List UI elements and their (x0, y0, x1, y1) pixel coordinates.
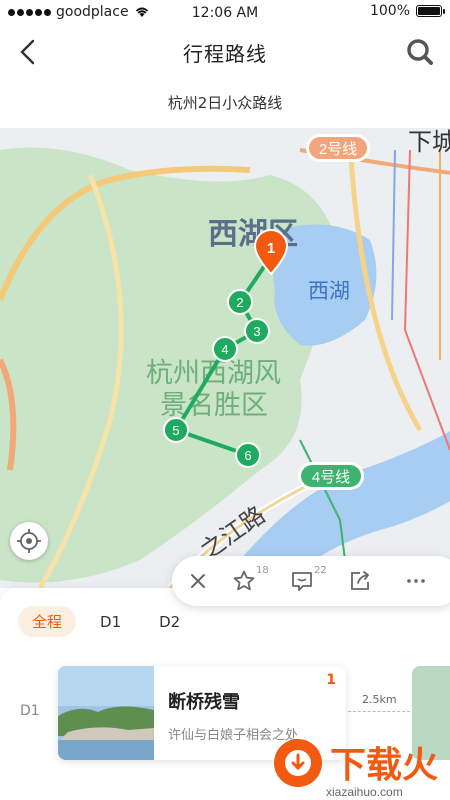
map-stop-5: 5 (163, 417, 189, 443)
spot-index: 1 (326, 672, 336, 688)
metro-label-4: 4号线 (312, 469, 350, 486)
comment-icon (292, 572, 312, 591)
close-icon[interactable] (186, 569, 210, 593)
map-label-scenic-1: 杭州西湖风 (146, 358, 281, 388)
comment-button[interactable]: 22 (290, 565, 327, 593)
nav-bar: 行程路线 (0, 26, 450, 78)
spot-name: 断桥残雪 (168, 692, 240, 713)
distance-divider (348, 711, 410, 712)
metro-label-2: 2号线 (319, 141, 357, 158)
map-label-scenic-2: 景名胜区 (160, 390, 268, 420)
map-label-lake: 西湖 (308, 280, 350, 303)
map-stop-2-label: 2 (236, 295, 243, 310)
tab-d2[interactable]: D2 (145, 608, 194, 636)
more-icon[interactable] (404, 569, 428, 593)
map-stop-6-label: 6 (244, 448, 251, 463)
route-map[interactable]: 西湖区 西湖 杭州西湖风 景名胜区 之江路 下城 2号线 4号线 2 3 4 5… (0, 128, 450, 588)
route-subtitle: 杭州2日小众路线 (167, 94, 283, 112)
battery-icon (416, 5, 445, 17)
favorite-button[interactable]: 18 (232, 565, 269, 593)
battery-area: 100% (369, 3, 445, 19)
star-icon (233, 570, 255, 591)
map-stop-4-label: 4 (221, 342, 228, 357)
watermark-text: 下载火 (330, 744, 438, 785)
map-stop-3: 3 (244, 318, 270, 344)
action-toolbar: 18 22 (172, 556, 450, 606)
map-stop-2: 2 (227, 289, 253, 315)
tab-d1[interactable]: D1 (86, 608, 135, 636)
watermark-site: xiazaihuo.com (326, 785, 403, 799)
star-count: 18 (256, 565, 269, 576)
spot-photo (58, 666, 154, 760)
map-pin-1-label: 1 (267, 240, 275, 257)
watermark-logo: 下载火 xiazaihuo.com (274, 739, 438, 799)
day-tabs: 全程 D1 D2 (18, 606, 194, 637)
status-bar: goodplace 12:06 AM 100% (0, 0, 450, 26)
search-icon[interactable] (404, 36, 436, 68)
map-stop-3-label: 3 (253, 324, 260, 339)
crosshair-icon (17, 529, 41, 553)
day-row-label: D1 (20, 703, 40, 719)
map-stop-5-label: 5 (172, 423, 179, 438)
distance-label: 2.5km (362, 693, 397, 706)
comment-count: 22 (314, 565, 327, 576)
battery-percent: 100% (369, 3, 410, 19)
share-icon[interactable] (348, 569, 372, 593)
map-label-corner: 下城 (408, 129, 450, 156)
map-stop-6: 6 (235, 442, 261, 468)
tab-all[interactable]: 全程 (18, 606, 77, 637)
locate-button[interactable] (10, 522, 48, 560)
map-stop-4: 4 (212, 336, 238, 362)
page-title: 行程路线 (183, 42, 267, 66)
map-canvas: 西湖区 西湖 杭州西湖风 景名胜区 之江路 下城 2号线 4号线 2 3 4 5… (0, 129, 450, 588)
